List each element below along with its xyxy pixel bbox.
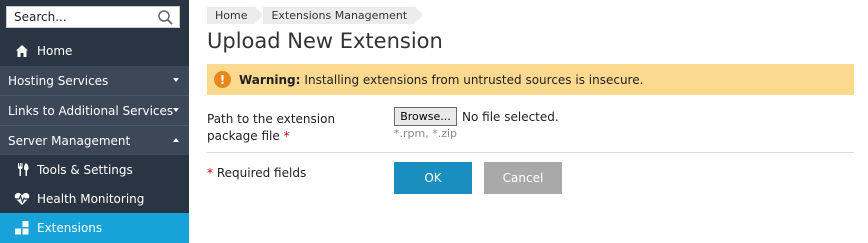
required-fields-note: * Required fields: [207, 166, 306, 180]
page-title: Upload New Extension: [207, 29, 443, 53]
search-input[interactable]: [7, 7, 154, 27]
browse-button[interactable]: Browse...: [394, 107, 457, 126]
package-path-label-text: Path to the extension package file: [207, 112, 336, 143]
sidebar: Home Hosting Services Links to Additiona…: [0, 0, 189, 243]
chevron-down-icon: [173, 108, 179, 112]
heart-pulse-icon: [14, 191, 30, 207]
sidebar-item-label: Home: [37, 43, 73, 58]
warning-icon: !: [214, 71, 231, 88]
required-mark: *: [283, 129, 290, 143]
sidebar-item-tools-settings[interactable]: Tools & Settings: [0, 155, 189, 184]
home-icon: [14, 43, 30, 59]
sidebar-item-label: Health Monitoring: [37, 191, 145, 206]
sidebar-item-label: Tools & Settings: [37, 162, 133, 177]
form-divider: [207, 152, 854, 153]
breadcrumb-extensions-management[interactable]: Extensions Management: [263, 7, 423, 24]
required-fields-text: Required fields: [216, 166, 307, 180]
search-box[interactable]: [6, 6, 180, 28]
sidebar-section-hosting-services[interactable]: Hosting Services: [0, 66, 189, 95]
warning-label: Warning:: [239, 72, 301, 87]
chevron-up-icon: [173, 138, 179, 142]
file-type-hint: *.rpm, *.zip: [394, 127, 458, 140]
cancel-button[interactable]: Cancel: [484, 162, 562, 194]
tools-icon: [14, 162, 30, 178]
sidebar-section-additional-services[interactable]: Links to Additional Services: [0, 96, 189, 125]
ok-button[interactable]: OK: [394, 162, 472, 194]
chevron-down-icon: [173, 78, 179, 82]
file-status: No file selected.: [462, 110, 559, 124]
section-label: Hosting Services: [8, 73, 109, 88]
sidebar-item-home[interactable]: Home: [0, 36, 189, 65]
warning-text: Installing extensions from untrusted sou…: [304, 72, 644, 87]
search-icon[interactable]: [157, 9, 174, 26]
breadcrumb: Home Extensions Management: [207, 7, 423, 24]
warning-banner: ! Warning: Installing extensions from un…: [207, 64, 854, 95]
breadcrumb-home[interactable]: Home: [207, 7, 265, 24]
sidebar-item-extensions[interactable]: Extensions: [0, 213, 189, 243]
section-label: Links to Additional Services: [8, 103, 174, 118]
sidebar-section-server-management[interactable]: Server Management: [0, 126, 189, 155]
sidebar-item-health-monitoring[interactable]: Health Monitoring: [0, 184, 189, 213]
sidebar-item-label: Extensions: [37, 221, 103, 235]
extensions-icon: [14, 220, 30, 236]
required-star: *: [207, 166, 213, 180]
package-path-label: Path to the extension package file *: [207, 111, 377, 145]
section-label: Server Management: [8, 133, 131, 148]
